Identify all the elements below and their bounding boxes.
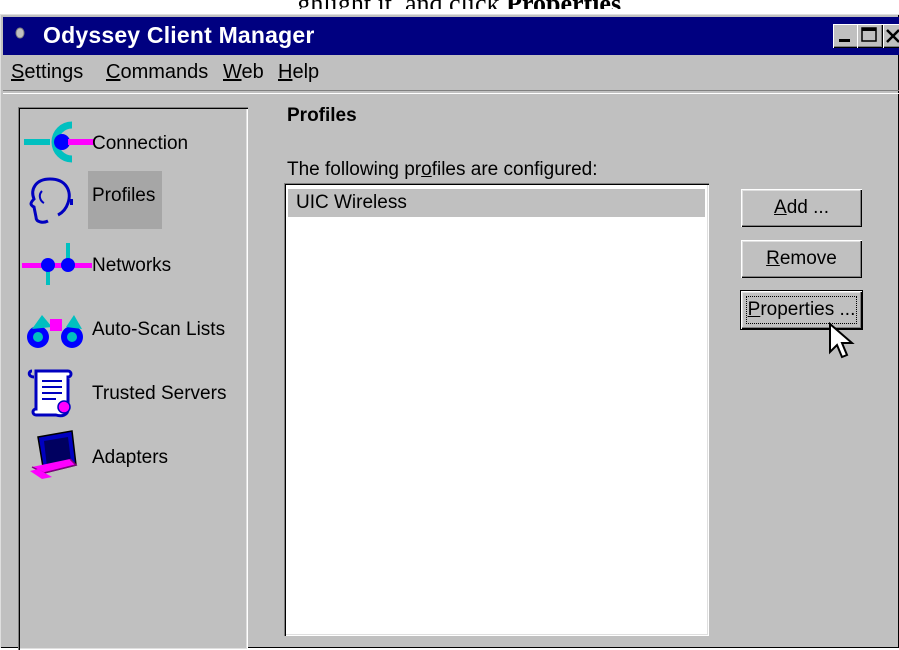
close-icon [886,29,899,43]
caption-bold: Properties [506,0,621,9]
page-caption: ...ghlight it, and click Properties [0,0,899,9]
maximize-icon [861,27,877,42]
menu-commands[interactable]: Commands [106,61,208,84]
nav-item-profiles[interactable]: Profiles [22,171,244,229]
profiles-listbox[interactable]: UIC Wireless [284,183,709,636]
nav-label-adapters: Adapters [92,447,169,468]
networks-icon [22,243,92,285]
scroll-certificate-icon [27,369,73,418]
binoculars-icon [27,315,83,348]
connection-icon [24,121,94,163]
nav-label-connection: Connection [92,133,189,154]
nav-label-networks: Networks [92,255,172,276]
nav-label-profiles: Profiles [88,171,162,229]
window-title: Odyssey Client Manager [43,22,315,48]
menu-settings[interactable]: Settings [11,61,83,84]
nav-item-adapters[interactable]: Adapters [22,427,244,485]
nav-panel: Connection Profiles Networks Auto-Scan L… [18,107,248,650]
adapter-card-icon [30,430,78,479]
menu-bar: Settings Commands Web Help [3,57,899,89]
title-bar[interactable]: Odyssey Client Manager [3,17,899,55]
menu-web[interactable]: Web [223,61,264,84]
add-button[interactable]: Add ... [741,189,862,227]
nav-label-auto-scan-lists: Auto-Scan Lists [92,319,226,340]
profiles-head-icon [29,177,73,224]
nav-item-networks[interactable]: Networks [22,235,244,293]
app-icon [15,27,25,39]
close-button[interactable] [883,24,899,48]
caption-text: ...ghlight it, and click [278,0,506,9]
nav-item-trusted-servers[interactable]: Trusted Servers [22,363,244,421]
list-caption: The following profiles are configured: [287,159,598,180]
remove-button[interactable]: Remove [741,240,862,278]
mouse-pointer-icon [829,322,855,359]
nav-item-connection[interactable]: Connection [22,113,244,171]
menu-help[interactable]: Help [278,61,319,84]
app-window: Odyssey Client Manager Settings Commands… [0,14,899,650]
minimize-button[interactable] [833,24,859,48]
nav-item-auto-scan-lists[interactable]: Auto-Scan Lists [22,299,244,357]
minimize-icon [839,39,850,42]
menu-separator [3,90,899,94]
maximize-button[interactable] [857,24,883,48]
nav-label-trusted-servers: Trusted Servers [92,383,227,404]
list-item[interactable]: UIC Wireless [288,189,705,217]
page-title: Profiles [287,105,357,126]
